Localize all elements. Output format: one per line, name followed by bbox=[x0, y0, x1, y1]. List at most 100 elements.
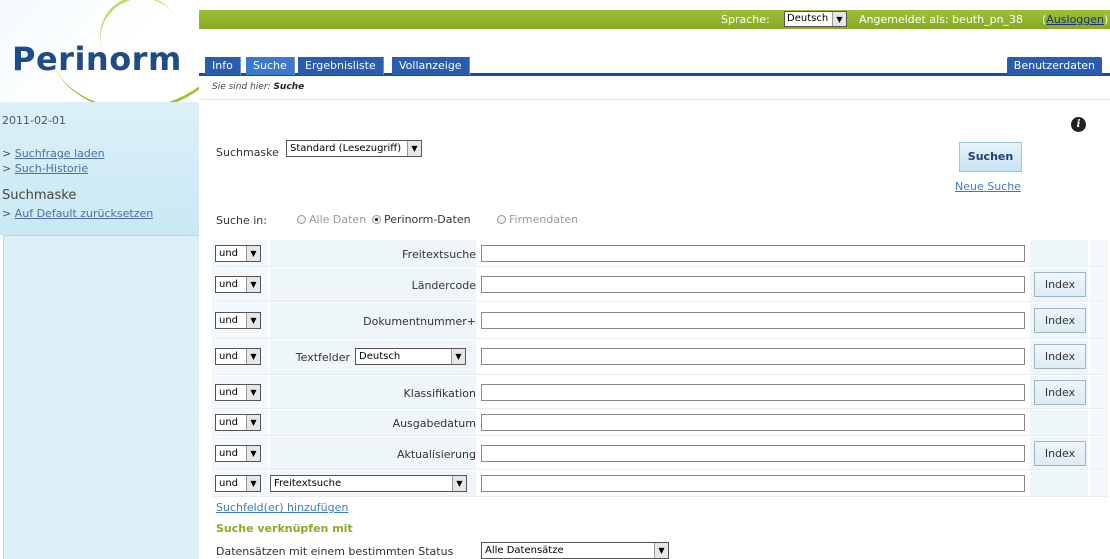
load-query-link[interactable]: Suchfrage laden bbox=[15, 147, 105, 160]
field-label-classification: Klassifikation bbox=[403, 387, 476, 400]
tab-result-list[interactable]: Ergebnisliste bbox=[298, 57, 384, 75]
status-label: Datensätzen mit einem bestimmten Status bbox=[216, 545, 454, 558]
link-search-heading: Suche verknüpfen mit bbox=[216, 522, 353, 535]
chevron-down-icon: ▼ bbox=[246, 313, 260, 328]
classification-index-button[interactable]: Index bbox=[1034, 380, 1086, 405]
operator-value: und bbox=[219, 448, 239, 459]
chevron-down-icon: ▼ bbox=[407, 141, 421, 156]
radio-label: Firmendaten bbox=[509, 213, 579, 226]
tab-info[interactable]: Info bbox=[205, 57, 241, 75]
row-cell bbox=[1090, 340, 1108, 374]
search-button[interactable]: Suchen bbox=[959, 142, 1022, 172]
chevron-down-icon: ▼ bbox=[654, 543, 668, 558]
field-label-freetext: Freitextsuche bbox=[402, 248, 476, 261]
operator-select[interactable]: und ▼ bbox=[215, 245, 261, 262]
sidebar: Perinorm 2011-02-01 > Suchfrage laden > … bbox=[0, 0, 199, 559]
update-index-button[interactable]: Index bbox=[1034, 441, 1086, 466]
radio-perinorm-data[interactable]: Perinorm-Daten bbox=[372, 213, 471, 226]
search-row-country-code: und ▼ Ländercode Index bbox=[212, 268, 1108, 302]
row-cell bbox=[1090, 471, 1108, 496]
chevron-down-icon: ▼ bbox=[246, 246, 260, 261]
freetext-input[interactable] bbox=[481, 245, 1025, 262]
new-search-link[interactable]: Neue Suche bbox=[955, 180, 1021, 193]
chevron-down-icon: ▼ bbox=[246, 349, 260, 364]
operator-value: und bbox=[219, 248, 239, 259]
chevron-down-icon: ▼ bbox=[246, 415, 260, 430]
logged-in-label: Angemeldet als: beuth_pn_38 bbox=[859, 13, 1024, 26]
search-mask-select[interactable]: Standard (Lesezugriff) ▼ bbox=[286, 140, 422, 157]
language-select[interactable]: Deutsch ▼ bbox=[784, 11, 847, 27]
custom-field-input[interactable] bbox=[481, 475, 1025, 492]
chevron-down-icon: ▼ bbox=[246, 476, 260, 491]
operator-select[interactable]: und ▼ bbox=[215, 348, 261, 365]
field-label-text-fields: Textfelder bbox=[295, 351, 350, 364]
search-row-text-fields: und ▼ Textfelder Deutsch ▼ Index bbox=[212, 340, 1108, 375]
custom-field-select[interactable]: Freitextsuche ▼ bbox=[270, 475, 467, 492]
field-label-document-number: Dokumentnummer+ bbox=[363, 315, 476, 328]
logo-area: Perinorm bbox=[0, 0, 199, 102]
row-cell bbox=[1090, 268, 1108, 301]
tab-search[interactable]: Suche bbox=[246, 57, 295, 75]
classification-input[interactable] bbox=[481, 384, 1025, 401]
radio-company-data[interactable]: Firmendaten bbox=[497, 213, 578, 226]
search-mask-label: Suchmaske bbox=[216, 146, 279, 159]
add-search-fields-link[interactable]: Suchfeld(er) hinzufügen bbox=[216, 501, 348, 514]
sidebar-date: 2011-02-01 bbox=[2, 114, 66, 127]
perinorm-logo: Perinorm bbox=[12, 40, 182, 78]
document-number-input[interactable] bbox=[481, 312, 1025, 329]
radio-circle-icon bbox=[372, 215, 381, 224]
sidebar-link-prefix: > bbox=[2, 207, 15, 220]
operator-value: und bbox=[219, 315, 239, 326]
sidebar-item-history: > Such-Historie bbox=[2, 162, 88, 175]
operator-value: und bbox=[219, 478, 239, 489]
issue-date-input[interactable] bbox=[481, 414, 1025, 431]
text-fields-index-button[interactable]: Index bbox=[1034, 344, 1086, 369]
operator-select[interactable]: und ▼ bbox=[215, 276, 261, 293]
breadcrumb-current: Suche bbox=[273, 82, 305, 92]
search-row-update: und ▼ Aktualisierung Index bbox=[212, 437, 1108, 470]
country-code-index-button[interactable]: Index bbox=[1034, 272, 1086, 297]
status-select[interactable]: Alle Datensätze ▼ bbox=[481, 542, 669, 559]
country-code-input[interactable] bbox=[481, 276, 1025, 293]
search-in-label: Suche in: bbox=[216, 214, 267, 227]
breadcrumb: Sie sind hier: Suche bbox=[212, 82, 304, 92]
search-row-freetext: und ▼ Freitextsuche bbox=[212, 240, 1108, 267]
divider bbox=[199, 99, 1110, 100]
row-cell bbox=[1090, 437, 1108, 469]
document-number-index-button[interactable]: Index bbox=[1034, 308, 1086, 333]
chevron-down-icon: ▼ bbox=[246, 385, 260, 400]
operator-select[interactable]: und ▼ bbox=[215, 414, 261, 431]
search-fields-grid: und ▼ Freitextsuche und ▼ Ländercode Index… bbox=[212, 240, 1108, 497]
search-row-document-number: und ▼ Dokumentnummer+ Index bbox=[212, 303, 1108, 339]
info-icon[interactable]: i bbox=[1071, 117, 1086, 132]
row-cell bbox=[1090, 410, 1108, 435]
field-label-issue-date: Ausgabedatum bbox=[392, 417, 476, 430]
operator-select[interactable]: und ▼ bbox=[215, 445, 261, 462]
operator-select[interactable]: und ▼ bbox=[215, 384, 261, 401]
chevron-down-icon: ▼ bbox=[451, 349, 465, 364]
radio-label: Alle Daten bbox=[309, 213, 367, 226]
radio-label: Perinorm-Daten bbox=[384, 213, 471, 226]
operator-select[interactable]: und ▼ bbox=[215, 312, 261, 329]
operator-select[interactable]: und ▼ bbox=[215, 475, 261, 492]
search-row-custom: und ▼ Freitextsuche ▼ bbox=[212, 471, 1108, 497]
tab-user-data[interactable]: Benutzerdaten bbox=[1006, 57, 1102, 75]
logout-wrapper: (Ausloggen) bbox=[1042, 13, 1108, 26]
logout-paren-close: ) bbox=[1104, 13, 1109, 26]
text-fields-input[interactable] bbox=[481, 348, 1025, 365]
radio-circle-icon bbox=[297, 215, 306, 224]
text-fields-language-select[interactable]: Deutsch ▼ bbox=[355, 348, 466, 365]
search-history-link[interactable]: Such-Historie bbox=[15, 162, 88, 175]
reset-default-link[interactable]: Auf Default zurücksetzen bbox=[15, 207, 154, 220]
update-input[interactable] bbox=[481, 445, 1025, 462]
tab-full-view[interactable]: Vollanzeige bbox=[392, 57, 470, 75]
search-row-classification: und ▼ Klassifikation Index bbox=[212, 376, 1108, 409]
breadcrumb-prefix: Sie sind hier: bbox=[212, 82, 271, 92]
chevron-down-icon: ▼ bbox=[832, 12, 846, 26]
row-cell bbox=[1030, 240, 1088, 266]
radio-all-data[interactable]: Alle Daten bbox=[297, 213, 366, 226]
radio-circle-icon bbox=[497, 215, 506, 224]
sidebar-item-reset: > Auf Default zurücksetzen bbox=[2, 207, 153, 220]
row-cell bbox=[1090, 376, 1108, 408]
logout-link[interactable]: Ausloggen bbox=[1046, 13, 1104, 26]
